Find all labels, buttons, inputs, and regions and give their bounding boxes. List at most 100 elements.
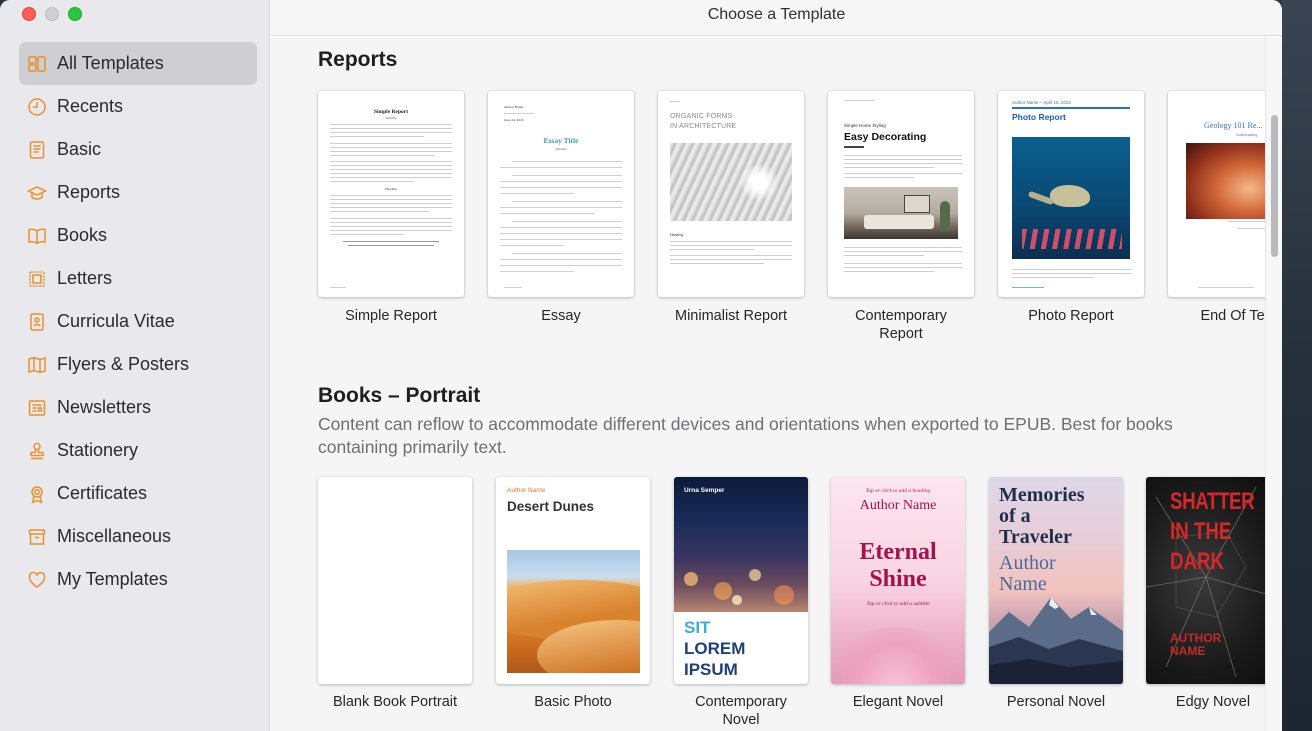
cover-title-line1: SIT — [684, 618, 711, 637]
template-label: Contemporary Report — [855, 308, 947, 342]
cover-title-line3: Traveler — [999, 526, 1072, 548]
cover-title-line1: SHATTER — [1170, 488, 1255, 515]
document-icon — [27, 140, 47, 160]
sidebar-item-recents[interactable]: Recents — [19, 85, 257, 128]
template-label: Edgy Novel — [1175, 694, 1251, 710]
rosette-icon — [27, 484, 47, 504]
template-label: Elegant Novel — [852, 694, 944, 710]
template-label: Essay — [541, 308, 581, 324]
all-templates-icon — [27, 54, 47, 74]
thumbnail-subtitle: Subtitle — [555, 147, 567, 151]
sidebar-item-label: Reports — [57, 182, 121, 202]
heart-icon — [27, 570, 47, 590]
sidebar-item-label: My Templates — [57, 569, 168, 589]
sidebar-item-letters[interactable]: Letters — [19, 257, 257, 300]
sidebar-item-all-templates[interactable]: All Templates — [19, 42, 257, 85]
minimize-window-button[interactable] — [45, 7, 59, 21]
architecture-image — [670, 143, 792, 221]
cover-author-line1: Author — [999, 552, 1056, 574]
sidebar-item-label: Basic — [57, 139, 102, 159]
thumbnail-title: Essay Title — [543, 136, 579, 145]
sidebar: All Templates Recents Basic Reports Book… — [0, 0, 270, 731]
sidebar-item-reports[interactable]: Reports — [19, 171, 257, 214]
canyon-photo — [1186, 143, 1276, 219]
sidebar-item-stationery[interactable]: Stationery — [19, 429, 257, 472]
sidebar-item-label: Flyers & Posters — [57, 354, 190, 374]
close-window-button[interactable] — [22, 7, 36, 21]
template-thumbnail: Urna Semper SIT LOREM IPSUM — [674, 477, 808, 684]
map-icon — [27, 355, 47, 375]
template-thumbnail: Author Name Desert Dunes — [496, 477, 650, 684]
thumbnail-kicker: Simple Home Styling — [844, 123, 886, 128]
books-portrait-section: Books – Portrait Content can reflow to a… — [271, 369, 1280, 731]
graduation-cap-icon — [27, 183, 47, 203]
archive-box-icon — [27, 527, 47, 547]
sidebar-nav: All Templates Recents Basic Reports Book… — [19, 42, 257, 601]
template-thumbnail: SHATTER IN THE DARK AUTHOR NAME — [1146, 477, 1280, 684]
sea-turtle-photo — [1012, 137, 1130, 259]
template-label: Simple Report — [345, 308, 437, 324]
book-icon — [27, 226, 47, 246]
thumbnail-title: Photo Report — [1012, 112, 1066, 122]
template-thumbnail: Tap or click to add a heading Author Nam… — [831, 477, 965, 684]
template-thumbnail: ORGANIC FORMS IN ARCHITECTURE Heading — [658, 91, 804, 297]
template-thumbnail: Author Name – April 16, 2022 Photo Repor… — [998, 91, 1144, 297]
sidebar-item-my-templates[interactable]: My Templates — [19, 558, 257, 601]
interior-photo — [844, 187, 958, 239]
thumbnail-date: June 24, 2016 — [504, 118, 524, 122]
stamp-icon — [27, 269, 47, 289]
stamp-icon — [27, 441, 47, 461]
gallery-scrollbar[interactable] — [1265, 37, 1282, 731]
thumbnail-title: Geology 101 Re... — [1204, 121, 1263, 130]
reports-section: Reports Simple Report Subtitle Heading S… — [271, 37, 1282, 369]
desktop-background — [1282, 0, 1312, 731]
thumbnail-heading: Heading — [385, 187, 397, 191]
cover-title-line1: Memories — [999, 484, 1085, 506]
flower-petals-image — [841, 627, 951, 684]
mountain-illustration — [989, 597, 1123, 684]
sidebar-item-flyers-posters[interactable]: Flyers & Posters — [19, 343, 257, 386]
sidebar-item-label: Books — [57, 225, 108, 245]
template-thumbnail: Author Name June 24, 2016 Essay Title Su… — [488, 91, 634, 297]
template-label: End Of Term — [1200, 308, 1282, 324]
section-title: Reports — [318, 48, 398, 71]
template-thumbnail: Memories of a Traveler Author Name — [989, 477, 1123, 684]
sidebar-item-certificates[interactable]: Certificates — [19, 472, 257, 515]
sidebar-item-curricula-vitae[interactable]: Curricula Vitae — [19, 300, 257, 343]
template-thumbnail — [318, 477, 472, 684]
thumbnail-title: Simple Report — [373, 109, 409, 115]
template-label: Minimalist Report — [675, 308, 787, 324]
newspaper-icon — [27, 398, 47, 418]
scrollbar-thumb[interactable] — [1271, 115, 1278, 257]
title-bar: Choose a Template — [271, 0, 1282, 36]
template-thumbnail: Simple Home Styling Easy Decorating — [828, 91, 974, 297]
window-title: Choose a Template — [707, 6, 846, 23]
clock-icon — [27, 97, 47, 117]
cover-title-line2: of a — [999, 505, 1031, 527]
thumbnail-heading: Heading — [670, 233, 684, 237]
template-label: Photo Report — [1028, 308, 1114, 324]
sidebar-item-label: Recents — [57, 96, 124, 116]
template-thumbnail: Simple Report Subtitle Heading — [318, 91, 464, 297]
thumbnail-subtitle: Subtitle — [385, 116, 397, 120]
thumbnail-title: Easy Decorating — [844, 131, 927, 143]
sidebar-item-label: Stationery — [57, 440, 139, 460]
thumbnail-author: Author Name — [504, 105, 524, 109]
cover-author: Author Name — [507, 487, 546, 494]
thumbnail-subtitle: Subheading — [1236, 132, 1258, 137]
sidebar-item-label: All Templates — [57, 53, 164, 73]
template-gallery: Choose a Template Reports Simple Report … — [271, 0, 1282, 731]
sidebar-item-books[interactable]: Books — [19, 214, 257, 257]
sidebar-item-basic[interactable]: Basic — [19, 128, 257, 171]
person-card-icon — [27, 312, 47, 332]
cover-title-line3: IPSUM — [684, 660, 738, 679]
sidebar-item-newsletters[interactable]: Newsletters — [19, 386, 257, 429]
sidebar-item-label: Miscellaneous — [57, 526, 172, 546]
desert-photo — [507, 550, 640, 673]
section-description: Content can reflow to accommodate differ… — [318, 414, 1173, 457]
section-title: Books – Portrait — [318, 384, 481, 407]
zoom-window-button[interactable] — [68, 7, 82, 21]
cover-subtitle-hint: Tap or click to add a subtitle — [866, 601, 930, 607]
sidebar-item-miscellaneous[interactable]: Miscellaneous — [19, 515, 257, 558]
cover-title-line2: Shine — [869, 566, 927, 592]
